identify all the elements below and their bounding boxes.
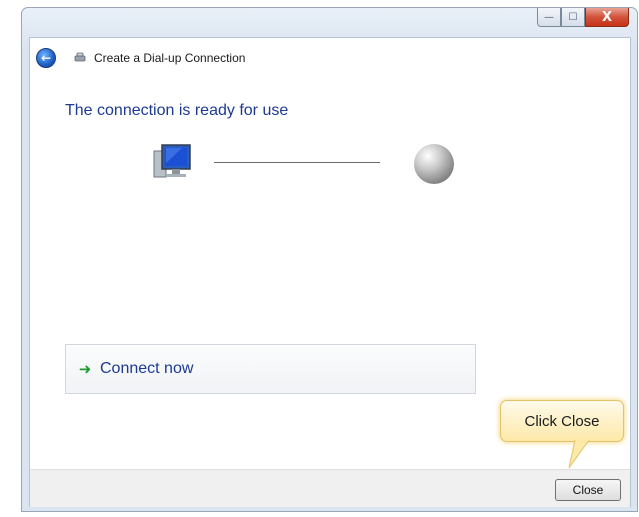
wizard-footer: Close	[30, 469, 630, 507]
close-button[interactable]: Close	[555, 479, 621, 501]
wizard-content: ← Create a Dial-up Connection The connec…	[29, 37, 631, 507]
minimize-button[interactable]: —	[537, 8, 561, 27]
globe-icon	[414, 144, 454, 184]
close-window-button[interactable]: X	[585, 8, 629, 27]
wizard-window: — ☐ X ← Create a Dial-up Connection The …	[21, 7, 638, 512]
callout-pointer	[568, 440, 590, 469]
computer-icon	[153, 144, 191, 178]
caption-buttons: — ☐ X	[537, 8, 629, 28]
connect-now-option[interactable]: ➜ Connect now	[65, 344, 476, 394]
maximize-button[interactable]: ☐	[561, 8, 585, 27]
wizard-title: Create a Dial-up Connection	[94, 51, 246, 65]
page-heading: The connection is ready for use	[65, 102, 289, 119]
callout-text: Click Close	[524, 412, 600, 430]
wizard-header: ← Create a Dial-up Connection	[30, 38, 630, 76]
back-arrow-icon[interactable]: ←	[36, 48, 56, 68]
connect-now-label: Connect now	[100, 360, 194, 377]
dialup-wizard-icon	[74, 52, 86, 62]
connection-line	[214, 162, 380, 163]
green-arrow-icon: ➜	[78, 360, 92, 378]
title-bar: — ☐ X	[22, 8, 637, 38]
tutorial-callout: Click Close	[500, 400, 624, 442]
